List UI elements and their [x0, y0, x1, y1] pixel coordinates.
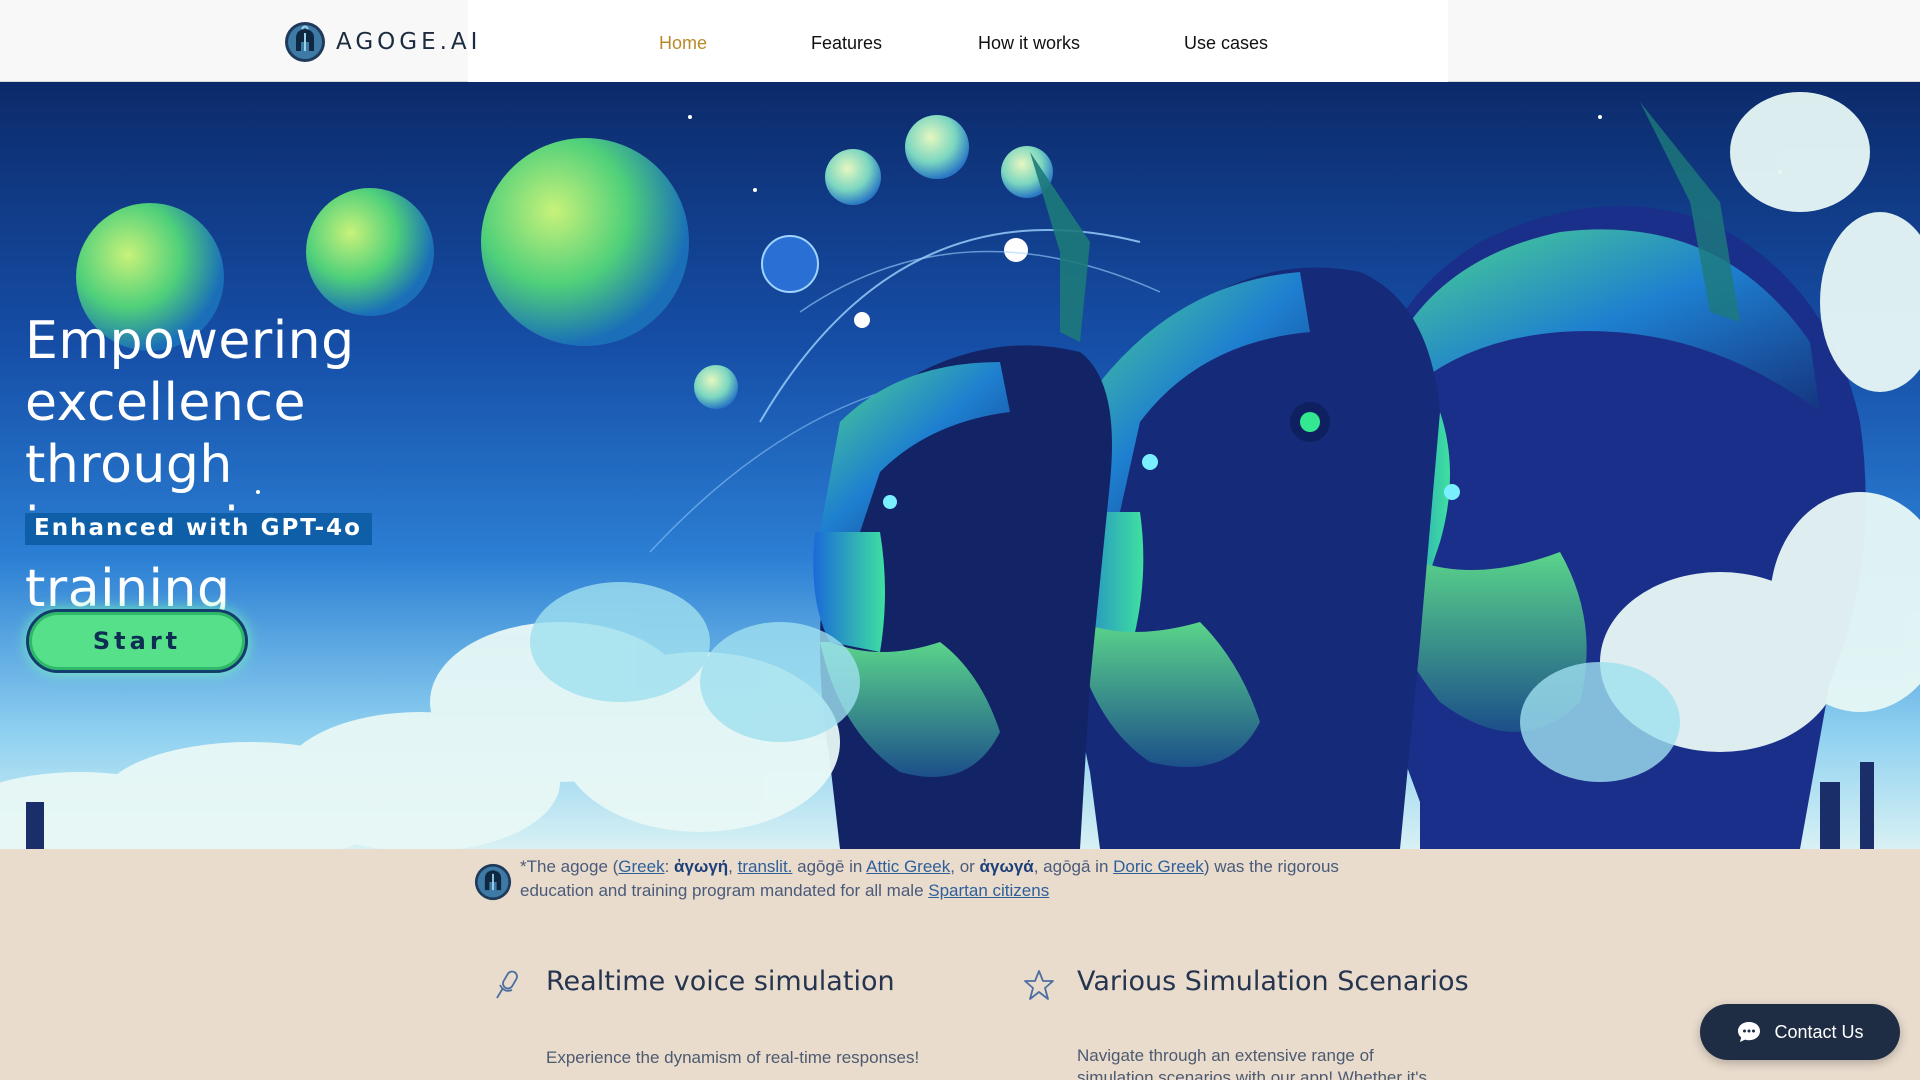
feature-description: Experience the dynamism of real-time res… — [546, 1048, 920, 1067]
nav-home[interactable]: Home — [659, 33, 707, 54]
link-greek[interactable]: Greek — [618, 857, 664, 876]
chat-bubble-icon — [1738, 1022, 1761, 1042]
nav-use-cases[interactable]: Use cases — [1184, 33, 1268, 54]
note-text-segment: : — [664, 857, 675, 876]
link-doric-greek[interactable]: Doric Greek — [1113, 857, 1204, 876]
site-header: AGOGE.AI Home Features How it works Use … — [0, 0, 1920, 82]
note-text-segment: , or — [950, 857, 980, 876]
contact-us-label: Contact Us — [1774, 1021, 1864, 1042]
nav-how-it-works[interactable]: How it works — [978, 33, 1080, 54]
star-icon — [1024, 970, 1054, 1000]
contact-us-button[interactable]: Contact Us — [1700, 1004, 1900, 1060]
start-button[interactable]: Start — [26, 609, 248, 673]
greek-word: ἀγωγή — [674, 857, 729, 876]
note-text-segment: *The agoge ( — [520, 857, 619, 876]
feature-description: Navigate through an extensive range of — [1077, 1046, 1374, 1065]
hero-title: Empowering excellence through immersive … — [25, 311, 355, 619]
main-nav: Home Features How it works Use cases — [0, 0, 1920, 82]
hero-section: Empowering excellence through immersive … — [0, 82, 1920, 849]
note-text-segment: , — [728, 857, 738, 876]
gpt-badge: Enhanced with GPT-4o — [25, 513, 372, 545]
feature-title: Various Simulation Scenarios — [1077, 966, 1469, 997]
nav-features[interactable]: Features — [811, 33, 882, 54]
link-spartan-citizens[interactable]: Spartan citizens — [928, 881, 1049, 900]
planet-orb — [306, 188, 434, 316]
note-text-segment: , agōgā in — [1033, 857, 1114, 876]
feature-title: Realtime voice simulation — [546, 966, 895, 997]
microphone-icon — [496, 970, 518, 999]
spartan-helmet-icon — [474, 863, 512, 901]
greek-word: ἀγωγά — [979, 857, 1034, 876]
link-attic-greek[interactable]: Attic Greek — [866, 857, 950, 876]
link-translit[interactable]: translit. — [738, 857, 793, 876]
definition-text: *The agoge (Greek: ἀγωγή, translit. agōg… — [520, 855, 1414, 903]
agoge-definition: *The agoge (Greek: ἀγωγή, translit. agōg… — [474, 855, 1414, 903]
note-text-segment: agōgē in — [792, 857, 867, 876]
feature-description: simulation scenarios with our app! Wheth… — [1077, 1068, 1428, 1080]
